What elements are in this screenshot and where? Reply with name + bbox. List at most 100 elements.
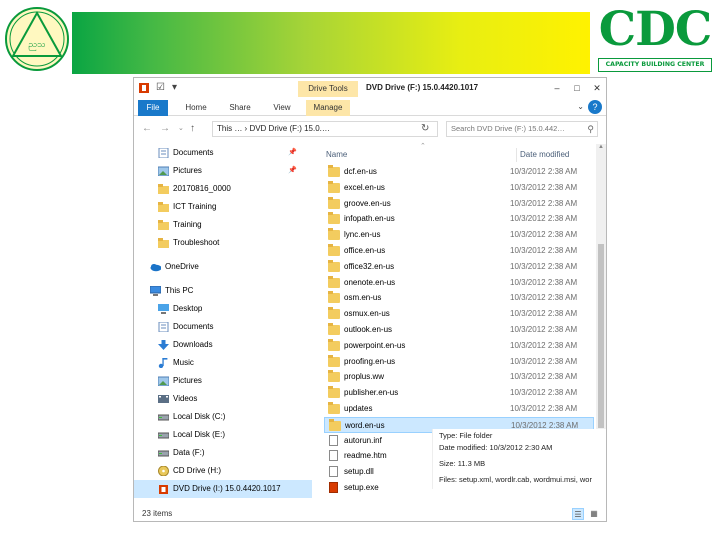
- search-input[interactable]: Search DVD Drive (F:) 15.0.442… ⚲: [446, 121, 598, 137]
- scroll-up-icon[interactable]: ▲: [596, 144, 606, 154]
- nav-item-label: CD Drive (H:): [173, 466, 221, 475]
- nav-item[interactable]: Data (F:): [134, 444, 312, 462]
- nav-item-label: Pictures: [173, 166, 202, 175]
- column-separator[interactable]: [516, 148, 517, 162]
- tab-view[interactable]: View: [266, 100, 298, 116]
- tab-share[interactable]: Share: [222, 100, 258, 116]
- recent-locations-icon[interactable]: ⌄: [178, 122, 184, 136]
- item-date: 10/3/2012 2:38 AM: [510, 214, 578, 224]
- folder-icon: [328, 323, 340, 335]
- nav-item[interactable]: Training: [134, 216, 312, 234]
- nav-item[interactable]: OneDrive: [134, 258, 312, 276]
- folder-icon: [328, 307, 340, 320]
- item-name: infopath.en-us: [344, 214, 395, 224]
- folder-row[interactable]: onenote.en-us 10/3/2012 2:38 AM: [324, 275, 594, 291]
- folder-row[interactable]: proplus.ww 10/3/2012 2:38 AM: [324, 369, 594, 385]
- folder-icon: [329, 418, 341, 431]
- folder-row[interactable]: proofing.en-us 10/3/2012 2:38 AM: [324, 354, 594, 370]
- triangle-logo: ညသ: [5, 7, 69, 71]
- folder-row[interactable]: office.en-us 10/3/2012 2:38 AM: [324, 243, 594, 259]
- item-name: setup.exe: [344, 483, 379, 492]
- forward-icon[interactable]: →: [160, 122, 170, 136]
- folder-icon: [328, 180, 340, 193]
- scroll-thumb[interactable]: [598, 244, 604, 428]
- details-files: Files: setup.xml, wordlr.cab, wordmui.ms…: [439, 475, 592, 484]
- column-header-date[interactable]: Date modified: [520, 150, 569, 159]
- pictures-icon: [158, 376, 169, 386]
- tab-file[interactable]: File: [138, 100, 168, 116]
- search-icon: ⚲: [587, 124, 594, 134]
- folder-row[interactable]: excel.en-us 10/3/2012 2:38 AM: [324, 180, 594, 196]
- nav-item-label: Desktop: [173, 304, 203, 313]
- folder-row[interactable]: office32.en-us 10/3/2012 2:38 AM: [324, 259, 594, 275]
- file-icon: [329, 450, 338, 462]
- window-title: DVD Drive (F:) 15.0.4420.1017: [366, 83, 479, 92]
- nav-item[interactable]: Documents 📌: [134, 144, 312, 162]
- expand-ribbon-icon[interactable]: ⌄: [577, 102, 584, 111]
- nav-item[interactable]: DVD Drive (I:) 15.0.4420.1017: [134, 480, 312, 498]
- column-header-name[interactable]: Name: [326, 150, 347, 159]
- address-field[interactable]: This … › DVD Drive (F:) 15.0.…: [212, 121, 438, 137]
- nav-item[interactable]: Pictures: [134, 372, 312, 390]
- folder-row[interactable]: lync.en-us 10/3/2012 2:38 AM: [324, 227, 594, 243]
- item-name: lync.en-us: [344, 230, 381, 240]
- details-size: Size: 11.3 MB: [439, 459, 486, 468]
- nav-item[interactable]: This PC: [134, 282, 312, 300]
- nav-item[interactable]: Troubleshoot: [134, 234, 312, 252]
- pin-icon[interactable]: 📌: [288, 162, 297, 180]
- vertical-scrollbar[interactable]: ▲: [596, 144, 606, 434]
- folder-row[interactable]: groove.en-us 10/3/2012 2:38 AM: [324, 196, 594, 212]
- back-icon[interactable]: ←: [142, 122, 152, 136]
- nav-item[interactable]: CD Drive (H:): [134, 462, 312, 480]
- nav-item-label: Documents: [173, 322, 214, 331]
- folder-row[interactable]: publisher.en-us 10/3/2012 2:38 AM: [324, 385, 594, 401]
- minimize-button[interactable]: –: [548, 81, 566, 95]
- nav-item-label: Videos: [173, 394, 198, 403]
- properties-icon[interactable]: ☑: [156, 82, 165, 94]
- nav-item[interactable]: Local Disk (C:): [134, 408, 312, 426]
- header-banner: [72, 12, 590, 74]
- folder-row[interactable]: outlook.en-us 10/3/2012 2:38 AM: [324, 322, 594, 338]
- folder-row[interactable]: powerpoint.en-us 10/3/2012 2:38 AM: [324, 338, 594, 354]
- setup-exe-icon: [329, 482, 338, 493]
- folder-row[interactable]: dcf.en-us 10/3/2012 2:38 AM: [324, 164, 594, 180]
- cdc-logo-letters: CDC: [598, 2, 713, 57]
- folder-icon: [158, 184, 169, 194]
- folder-row[interactable]: osm.en-us 10/3/2012 2:38 AM: [324, 290, 594, 306]
- cdc-logo-subtitle: CAPACITY BUILDING CENTER: [598, 58, 712, 72]
- search-placeholder: Search DVD Drive (F:) 15.0.442…: [451, 124, 565, 133]
- nav-item[interactable]: Videos: [134, 390, 312, 408]
- nav-item[interactable]: Local Disk (E:): [134, 426, 312, 444]
- item-name: excel.en-us: [344, 182, 385, 192]
- nav-item[interactable]: Documents: [134, 318, 312, 336]
- folder-row[interactable]: infopath.en-us 10/3/2012 2:38 AM: [324, 211, 594, 227]
- help-icon[interactable]: ?: [588, 100, 602, 114]
- item-date: 10/3/2012 2:38 AM: [510, 246, 578, 255]
- tab-home[interactable]: Home: [178, 100, 214, 116]
- folder-icon: [328, 338, 340, 351]
- pin-icon[interactable]: 📌: [288, 144, 297, 162]
- nav-item[interactable]: ICT Training: [134, 198, 312, 216]
- close-button[interactable]: ✕: [588, 81, 606, 95]
- details-view-icon[interactable]: ☰: [572, 508, 584, 520]
- drive-tools-label: Drive Tools: [298, 81, 358, 97]
- details-type: Type: File folder: [439, 431, 493, 440]
- nav-item[interactable]: Pictures 📌: [134, 162, 312, 180]
- maximize-button[interactable]: □: [568, 81, 586, 95]
- nav-item[interactable]: Downloads: [134, 336, 312, 354]
- quick-access-dropdown-icon[interactable]: ▾: [172, 82, 177, 94]
- nav-item-label: Local Disk (E:): [173, 430, 226, 439]
- folder-row[interactable]: osmux.en-us 10/3/2012 2:38 AM: [324, 306, 594, 322]
- nav-item[interactable]: Music: [134, 354, 312, 372]
- nav-item[interactable]: 20170816_0000: [134, 180, 312, 198]
- large-icons-view-icon[interactable]: ▦: [588, 508, 600, 520]
- item-date: 10/3/2012 2:38 AM: [510, 404, 578, 413]
- folder-row[interactable]: updates 10/3/2012 2:38 AM: [324, 401, 594, 417]
- refresh-icon[interactable]: ↻: [421, 122, 435, 136]
- item-name: groove.en-us: [344, 198, 391, 208]
- triangle-logo-text: ညသ: [28, 40, 46, 51]
- nav-item[interactable]: Desktop: [134, 300, 312, 318]
- up-icon[interactable]: ↑: [190, 122, 195, 136]
- nav-item-label: Pictures: [173, 376, 202, 385]
- tab-manage[interactable]: Manage: [306, 100, 350, 116]
